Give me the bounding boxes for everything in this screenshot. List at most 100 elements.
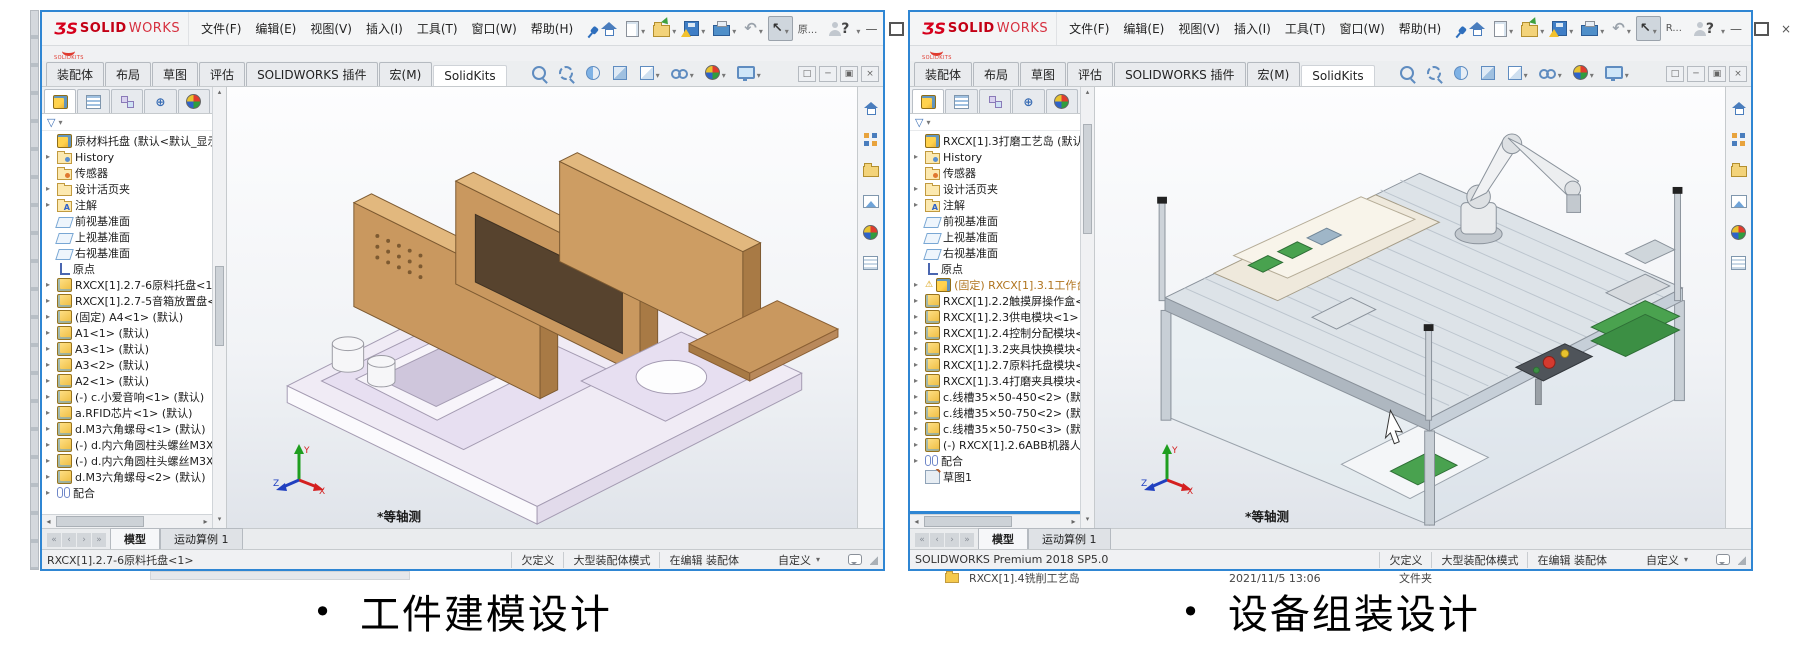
expand-arrow-icon[interactable] [46,393,54,401]
tree-item[interactable]: History [910,149,1080,165]
expand-arrow-icon[interactable] [914,329,922,337]
new-document-icon[interactable] [1491,17,1516,40]
tree-item[interactable]: A3<1> (默认) [42,341,212,357]
resize-grip[interactable] [1738,555,1746,565]
tree-item[interactable]: (-) RXCX[1].2.6ABB机器人模块< [910,437,1080,453]
expand-arrow-icon[interactable] [46,377,54,385]
menu-item[interactable]: 工具(T) [410,17,465,40]
maximize-button[interactable] [889,22,904,36]
home-icon[interactable] [1466,20,1489,37]
tree-item[interactable]: 原点 [42,261,212,277]
tab-nav-icon[interactable]: ‹ [930,533,944,547]
tree-item[interactable]: RXCX[1].3.2夹具快换模块<1> (默 [910,341,1080,357]
expand-arrow-icon[interactable] [46,329,54,337]
print-icon[interactable] [710,17,739,40]
ribbon-tab[interactable]: 布局 [973,62,1019,86]
tree-item[interactable]: 上视基准面 [910,229,1080,245]
edit-appearance-icon[interactable] [705,63,726,82]
tree-item[interactable]: 设计活页夹 [42,181,212,197]
expand-arrow-icon[interactable] [46,281,54,289]
menu-item[interactable]: 视图(V) [1171,17,1227,40]
menu-item[interactable]: 插入(I) [1227,17,1278,40]
tree-item[interactable]: A3<2> (默认) [42,357,212,373]
expand-arrow-icon[interactable] [46,297,54,305]
graphics-viewport[interactable]: Y X Z *等轴测 [1095,87,1725,528]
scroll-down-icon[interactable]: ▾ [218,516,222,526]
menu-item[interactable]: 视图(V) [303,17,359,40]
expand-arrow-icon[interactable] [914,297,922,305]
ribbon-tab[interactable]: SOLIDWORKS 插件 [1114,62,1245,86]
edit-appearance-icon[interactable] [1573,63,1594,82]
expand-arrow-icon[interactable] [914,153,922,161]
view-orientation-icon[interactable] [1481,66,1497,80]
tree-horizontal-scrollbar[interactable]: ◂ ▸ [42,514,212,528]
tag-balloon-icon[interactable] [848,554,862,565]
menu-item[interactable]: 文件(F) [194,17,248,40]
save-icon[interactable] [1549,17,1576,40]
status-custom[interactable]: 自定义▾ [1646,552,1688,568]
section-view-icon[interactable] [586,66,602,80]
ribbon-tab[interactable]: 装配体 [914,62,972,86]
scrollbar-thumb[interactable] [56,516,144,527]
close-button[interactable]: × [1781,23,1791,35]
tree-item[interactable]: RXCX[1].2.4控制分配模块<1> (默 [910,325,1080,341]
menu-item[interactable]: 窗口(W) [465,17,524,40]
tab-nav-icon[interactable]: » [92,533,106,547]
tab-nav-icon[interactable]: « [915,533,929,547]
ribbon-tab[interactable]: 宏(M) [1247,62,1301,86]
ribbon-tab[interactable]: 评估 [1067,62,1113,86]
tree-horizontal-scrollbar[interactable]: ◂ ▸ [910,514,1080,528]
scroll-down-icon[interactable]: ▾ [1086,516,1090,526]
menu-item[interactable]: 工具(T) [1278,17,1333,40]
pin-icon[interactable] [1453,24,1461,33]
appearances-icon[interactable] [1729,223,1748,241]
tab-nav-icon[interactable]: › [945,533,959,547]
configurationmanager-tab[interactable] [111,89,143,113]
tree-item[interactable]: 前视基准面 [910,213,1080,229]
tree-item[interactable]: c.线槽35×50-450<2> (默认) [910,389,1080,405]
menu-item[interactable]: 帮助(H) [524,17,580,40]
select-cursor-icon[interactable]: ↖ [1636,16,1661,41]
view-palette-icon[interactable] [861,192,880,210]
tree-item[interactable]: (-) d.内六角圆柱头螺丝M3X12 [42,453,212,469]
dimxpertmanager-tab[interactable]: ⊕ [1012,89,1044,113]
zoom-area-icon[interactable] [559,66,575,80]
home-icon[interactable] [598,20,621,37]
tag-balloon-icon[interactable] [1716,554,1730,565]
configurationmanager-tab[interactable] [979,89,1011,113]
menu-item[interactable]: 编辑(E) [248,17,303,40]
hide-show-items-icon[interactable] [1539,63,1562,82]
scroll-up-icon[interactable]: ▴ [1086,89,1090,99]
display-style-icon[interactable] [1508,63,1528,82]
section-view-icon[interactable] [1454,66,1470,80]
expand-arrow-icon[interactable] [46,201,54,209]
tree-item[interactable]: RXCX[1].2.2触摸屏操作盒<1> (默 [910,293,1080,309]
expand-arrow-icon[interactable] [46,425,54,433]
design-library-icon[interactable] [1729,130,1748,148]
tree-item[interactable]: 草图1 [910,469,1080,485]
tree-item[interactable]: (固定) A4<1> (默认) [42,309,212,325]
maximize-button[interactable] [1754,22,1769,36]
new-document-icon[interactable] [623,17,648,40]
appearances-icon[interactable] [861,223,880,241]
expand-arrow-icon[interactable] [46,409,54,417]
scrollbar-thumb[interactable] [1083,124,1092,234]
tab-motion-study[interactable]: 运动算例 1 [160,528,243,549]
tree-item[interactable]: 设计活页夹 [910,181,1080,197]
doc-restore-icon[interactable]: □ [798,66,816,82]
expand-arrow-icon[interactable] [46,361,54,369]
tree-item[interactable]: 右视基准面 [910,245,1080,261]
pin-icon[interactable] [585,24,593,33]
tree-item[interactable]: History [42,149,212,165]
menu-item[interactable]: 编辑(E) [1116,17,1171,40]
display-style-icon[interactable] [640,63,660,82]
zoom-fit-icon[interactable] [1400,66,1416,80]
undo-icon[interactable]: ↶ [741,17,766,40]
solidworks-resources-icon[interactable] [1729,99,1748,117]
view-settings-icon[interactable] [737,63,761,82]
doc-minimize-icon[interactable]: ─ [1687,66,1705,82]
resize-grip[interactable] [870,555,878,565]
expand-arrow-icon[interactable] [46,489,54,497]
tab-model[interactable]: 模型 [978,528,1028,549]
custom-properties-icon[interactable] [1729,254,1748,272]
